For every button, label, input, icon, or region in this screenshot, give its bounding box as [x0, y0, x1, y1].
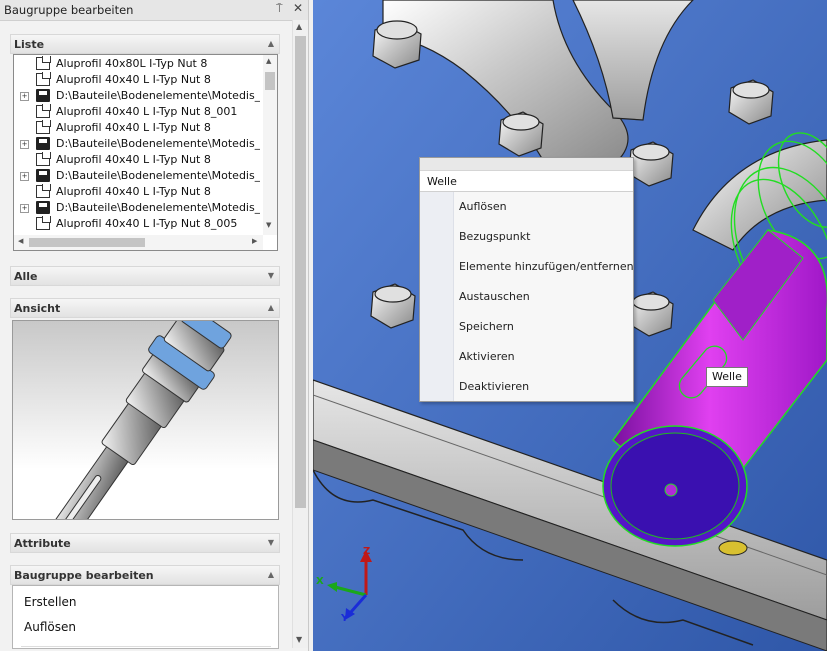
- collapse-icon[interactable]: ▲: [268, 39, 274, 48]
- shaft-preview-image: [45, 321, 232, 519]
- axis-y-label: Y: [341, 613, 349, 624]
- component-icon: [36, 184, 51, 198]
- panel-titlebar: Baugruppe bearbeiten ⍑ ✕: [0, 0, 308, 21]
- component-icon: [36, 120, 51, 134]
- menu-item-austauschen[interactable]: Austauschen: [459, 290, 530, 303]
- list-item-label: D:\Bauteile\Bodenelemente\Motedis_Gelenk: [56, 89, 260, 102]
- section-liste-header[interactable]: Liste ▲: [10, 34, 280, 54]
- menu-item-speichern[interactable]: Speichern: [459, 320, 514, 333]
- erstellen-command[interactable]: Erstellen: [24, 595, 77, 609]
- scroll-right-icon[interactable]: ▶: [252, 237, 257, 245]
- assembly-list[interactable]: Aluprofil 40x80L I-Typ Nut 8 Aluprofil 40…: [13, 54, 278, 251]
- list-item[interactable]: + D:\Bauteile\Bodenelemente\Motedis_Gelen…: [14, 136, 260, 152]
- part-preview: [12, 320, 279, 520]
- section-ansicht-label: Ansicht: [14, 302, 61, 315]
- scroll-up-icon[interactable]: ▲: [266, 57, 271, 65]
- menu-item-aktivieren[interactable]: Aktivieren: [459, 350, 515, 363]
- close-icon[interactable]: ✕: [293, 1, 303, 15]
- save-disk-icon: [36, 169, 50, 182]
- menu-item-aufloesen[interactable]: Auflösen: [459, 200, 507, 213]
- section-attribute-label: Attribute: [14, 537, 71, 550]
- command-list: Erstellen Auflösen: [12, 585, 279, 649]
- section-baugruppe-label: Baugruppe bearbeiten: [14, 569, 154, 582]
- scroll-up-icon[interactable]: ▲: [296, 22, 302, 31]
- collapse-icon[interactable]: ▲: [268, 570, 274, 579]
- expand-icon[interactable]: +: [20, 140, 29, 149]
- component-icon: [36, 216, 51, 230]
- list-item-label: Aluprofil 40x40 L I-Typ Nut 8: [56, 153, 211, 166]
- scroll-down-icon[interactable]: ▼: [266, 221, 271, 229]
- assembly-panel: Baugruppe bearbeiten ⍑ ✕ Liste ▲ Aluprof…: [0, 0, 309, 651]
- save-disk-icon: [36, 89, 50, 102]
- menu-item-bezugspunkt[interactable]: Bezugspunkt: [459, 230, 530, 243]
- aufloesen-command[interactable]: Auflösen: [24, 620, 76, 634]
- section-liste-label: Liste: [14, 38, 45, 51]
- list-item[interactable]: Aluprofil 40x40 L I-Typ Nut 8: [14, 120, 260, 136]
- list-horizontal-scrollbar[interactable]: ◀ ▶: [14, 235, 263, 250]
- list-item[interactable]: Aluprofil 40x40 L I-Typ Nut 8: [14, 184, 260, 200]
- list-item[interactable]: Aluprofil 40x40 L I-Typ Nut 8: [14, 152, 260, 168]
- menu-header: Welle: [420, 171, 633, 192]
- save-disk-icon: [36, 201, 50, 214]
- list-item-label: Aluprofil 40x40 L I-Typ Nut 8: [56, 121, 211, 134]
- collapse-icon[interactable]: ▲: [268, 303, 274, 312]
- expand-icon[interactable]: +: [20, 172, 29, 181]
- scrollbar-thumb[interactable]: [29, 238, 145, 247]
- scroll-left-icon[interactable]: ◀: [18, 237, 23, 245]
- component-icon: [36, 72, 51, 86]
- list-item[interactable]: Aluprofil 40x40 L I-Typ Nut 8_005: [14, 216, 260, 232]
- panel-vertical-scrollbar[interactable]: ▲ ▼: [292, 20, 308, 648]
- divider: [21, 646, 271, 647]
- save-disk-icon: [36, 137, 50, 150]
- list-item-label: Aluprofil 40x40 L I-Typ Nut 8: [56, 185, 211, 198]
- section-baugruppe-header[interactable]: Baugruppe bearbeiten ▲: [10, 565, 280, 585]
- list-item-label: D:\Bauteile\Bodenelemente\Motedis_Gelenk: [56, 169, 260, 182]
- scrollbar-thumb[interactable]: [265, 72, 275, 90]
- section-alle-label: Alle: [14, 270, 38, 283]
- axis-z-label: Z: [363, 546, 371, 557]
- panel-title: Baugruppe bearbeiten: [4, 3, 134, 17]
- list-item[interactable]: Aluprofil 40x40 L I-Typ Nut 8: [14, 72, 260, 88]
- section-alle-header[interactable]: Alle ▼: [10, 266, 280, 286]
- list-item[interactable]: + D:\Bauteile\Bodenelemente\Motedis_Gelen…: [14, 200, 260, 216]
- expand-icon[interactable]: +: [20, 92, 29, 101]
- axis-x-label: X: [316, 576, 324, 587]
- component-icon: [36, 56, 51, 70]
- list-item-label: Aluprofil 40x40 L I-Typ Nut 8_005: [56, 217, 238, 230]
- component-icon: [36, 104, 51, 118]
- component-icon: [36, 152, 51, 166]
- expand-icon[interactable]: +: [20, 204, 29, 213]
- context-menu: Welle Auflösen Bezugspunkt Elemente hinz…: [419, 157, 634, 402]
- list-item-label: Aluprofil 40x40 L I-Typ Nut 8_001: [56, 105, 238, 118]
- scrollbar-thumb[interactable]: [295, 36, 306, 508]
- hover-tooltip: Welle: [706, 367, 748, 387]
- list-item[interactable]: Aluprofil 40x40 L I-Typ Nut 8_001: [14, 104, 260, 120]
- menu-item-elemente-hinzufuegen[interactable]: Elemente hinzufügen/entfernen: [459, 260, 634, 273]
- menu-icon-gutter: [420, 192, 454, 401]
- list-item[interactable]: + D:\Bauteile\Bodenelemente\Motedis_Gelen…: [14, 88, 260, 104]
- pin-icon[interactable]: ⍑: [276, 2, 283, 16]
- menu-header-label: Welle: [427, 175, 457, 188]
- list-item-label: Aluprofil 40x40 L I-Typ Nut 8: [56, 73, 211, 86]
- menu-item-deaktivieren[interactable]: Deaktivieren: [459, 380, 529, 393]
- list-item[interactable]: + D:\Bauteile\Bodenelemente\Motedis_Gelen…: [14, 168, 260, 184]
- section-attribute-header[interactable]: Attribute ▼: [10, 533, 280, 553]
- list-item-label: D:\Bauteile\Bodenelemente\Motedis_Gelenk: [56, 137, 260, 150]
- list-item-label: Aluprofil 40x80L I-Typ Nut 8: [56, 57, 208, 70]
- list-vertical-scrollbar[interactable]: ▲ ▼: [263, 55, 277, 235]
- expand-icon[interactable]: ▼: [268, 271, 274, 280]
- expand-icon[interactable]: ▼: [268, 538, 274, 547]
- list-item[interactable]: Aluprofil 40x80L I-Typ Nut 8: [14, 56, 260, 72]
- section-ansicht-header[interactable]: Ansicht ▲: [10, 298, 280, 318]
- list-item-label: D:\Bauteile\Bodenelemente\Motedis_Gelenk: [56, 201, 260, 214]
- menu-grip: [420, 158, 633, 171]
- scroll-down-icon[interactable]: ▼: [296, 635, 302, 644]
